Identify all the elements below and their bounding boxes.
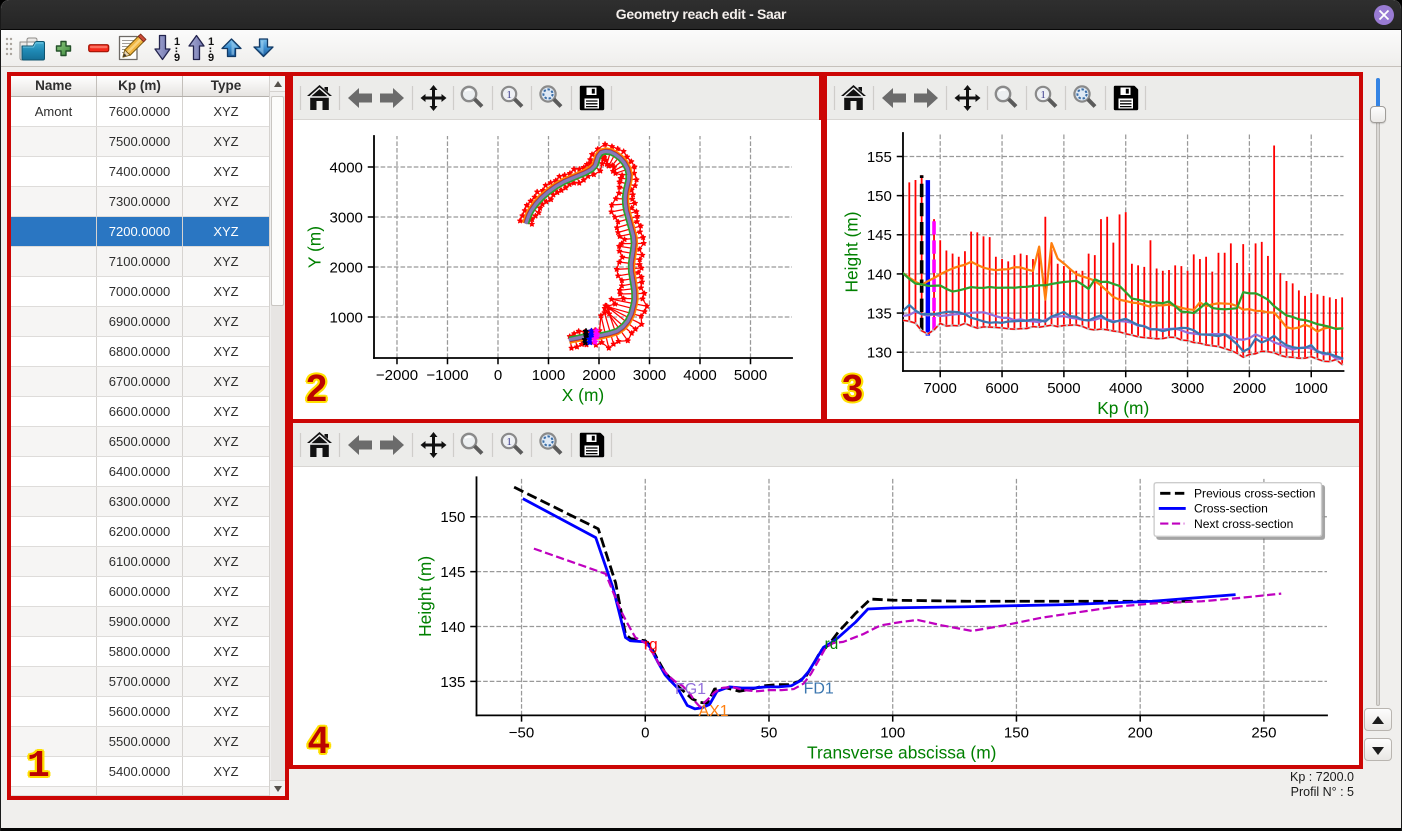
svg-text:250: 250 [1251, 724, 1276, 741]
svg-text:1: 1 [1040, 89, 1046, 101]
svg-text:rg: rg [644, 637, 658, 654]
svg-text:1: 1 [506, 89, 512, 101]
svg-text:Y (m): Y (m) [304, 226, 324, 268]
svg-text:145: 145 [440, 564, 465, 581]
svg-text:0: 0 [494, 367, 502, 384]
svg-text:1: 1 [174, 36, 180, 48]
svg-text:X (m): X (m) [562, 385, 604, 405]
svg-text:4000: 4000 [330, 159, 363, 176]
svg-text:3000: 3000 [633, 367, 666, 384]
svg-text:135: 135 [440, 674, 465, 691]
svg-text:6000: 6000 [985, 380, 1018, 397]
svg-text:−1000: −1000 [426, 367, 468, 384]
svg-text:Height (m): Height (m) [415, 556, 435, 637]
svg-text:9: 9 [208, 52, 214, 64]
svg-text:140: 140 [440, 619, 465, 636]
svg-text:150: 150 [867, 188, 892, 205]
svg-text:7000: 7000 [924, 380, 957, 397]
svg-text:rd: rd [825, 636, 839, 653]
svg-text:3000: 3000 [330, 209, 363, 226]
svg-text:4000: 4000 [683, 367, 716, 384]
svg-text:Kp (m): Kp (m) [1097, 398, 1149, 418]
svg-text:AX1: AX1 [698, 703, 728, 720]
svg-text:50: 50 [761, 724, 778, 741]
svg-text:150: 150 [1004, 724, 1029, 741]
svg-text:Next cross-section: Next cross-section [1194, 517, 1293, 531]
svg-text:3000: 3000 [1171, 380, 1204, 397]
svg-text:9: 9 [174, 52, 180, 64]
svg-text:2000: 2000 [1233, 380, 1266, 397]
svg-text:1000: 1000 [1295, 380, 1328, 397]
svg-text:FD1: FD1 [804, 680, 834, 697]
svg-text:200: 200 [1128, 724, 1153, 741]
svg-text:0: 0 [641, 724, 649, 741]
svg-text:145: 145 [867, 227, 892, 244]
svg-text:150: 150 [440, 509, 465, 526]
svg-text:5000: 5000 [1047, 380, 1080, 397]
svg-text:1: 1 [208, 36, 214, 48]
svg-text:Cross-section: Cross-section [1194, 502, 1268, 516]
svg-text:2000: 2000 [330, 259, 363, 276]
svg-text:1000: 1000 [532, 367, 565, 384]
svg-text:155: 155 [867, 149, 892, 166]
svg-text:1000: 1000 [330, 309, 363, 326]
svg-text:130: 130 [867, 345, 892, 362]
svg-text:2000: 2000 [582, 367, 615, 384]
svg-text:100: 100 [880, 724, 905, 741]
svg-text:Height (m): Height (m) [842, 211, 862, 292]
svg-text:140: 140 [867, 266, 892, 283]
svg-text:Previous cross-section: Previous cross-section [1194, 487, 1316, 501]
svg-text:Transverse abscissa (m): Transverse abscissa (m) [807, 743, 996, 763]
svg-text:−2000: −2000 [376, 367, 418, 384]
svg-text:1: 1 [506, 436, 512, 448]
svg-text:5000: 5000 [734, 367, 767, 384]
svg-text:FG1: FG1 [675, 681, 706, 698]
svg-text:−50: −50 [509, 724, 534, 741]
svg-text:4000: 4000 [1109, 380, 1142, 397]
svg-text:135: 135 [867, 306, 892, 323]
